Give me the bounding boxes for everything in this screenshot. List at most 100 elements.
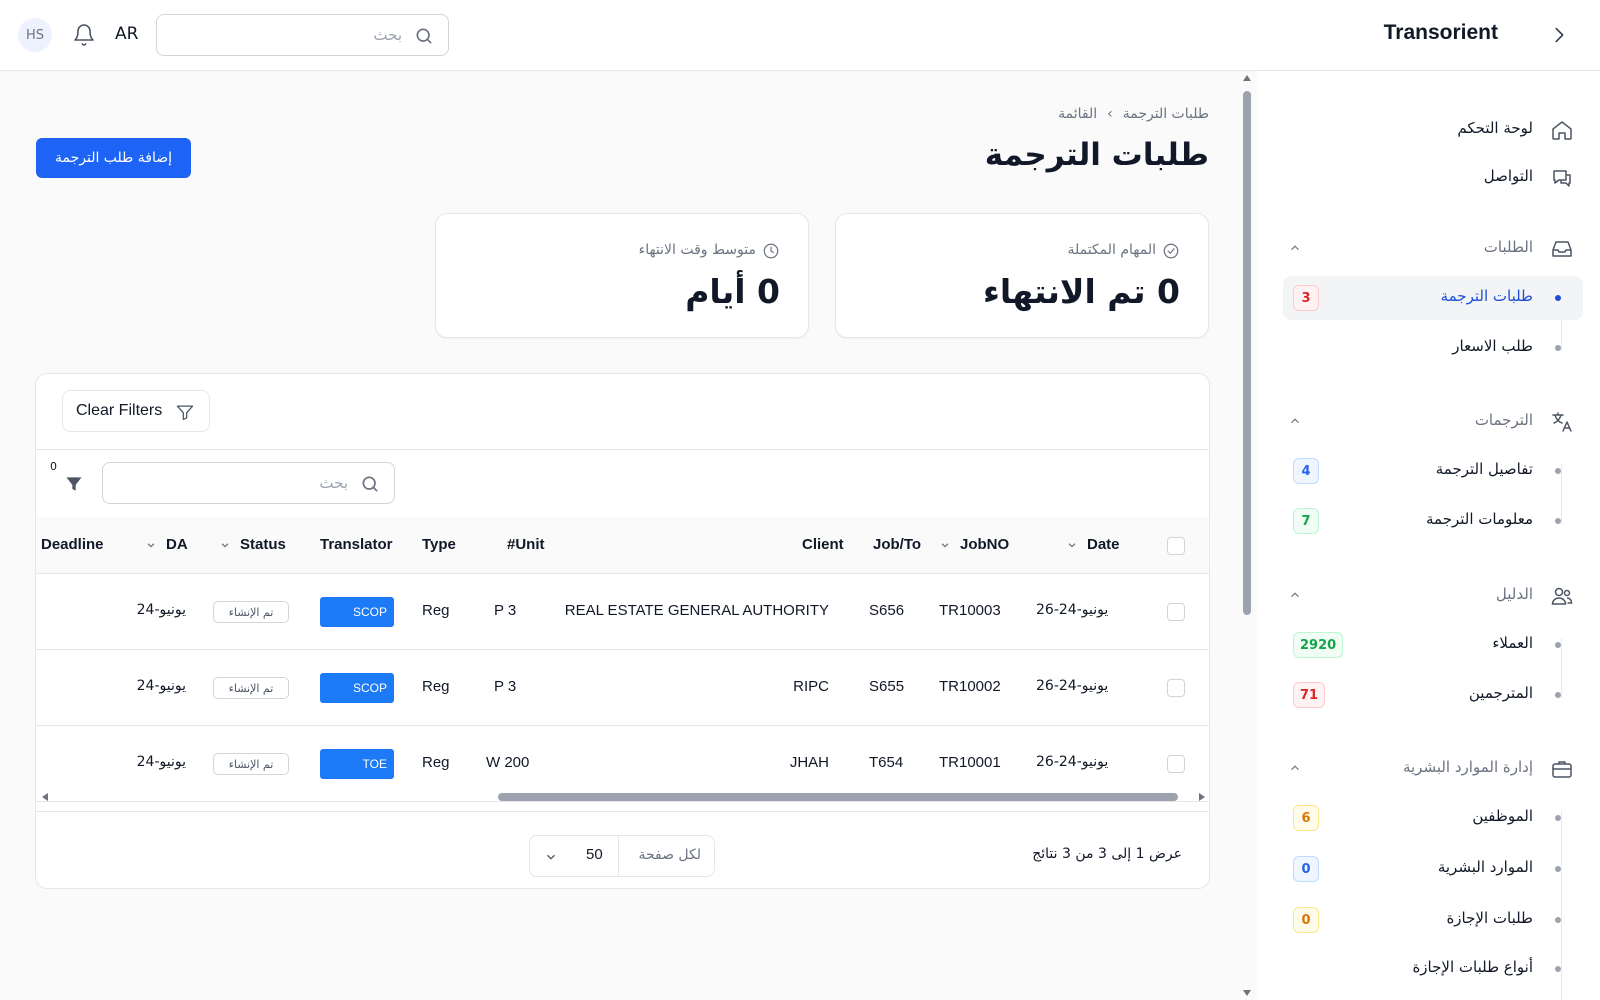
sidebar-group-directory[interactable]: الدليل (1257, 575, 1600, 615)
column-header-client[interactable]: Client (802, 536, 844, 553)
count-badge: 0 (1293, 856, 1319, 882)
page-title: طلبات الترجمة (984, 137, 1209, 173)
breadcrumb-link[interactable]: طلبات الترجمة (1123, 106, 1209, 122)
chevron-down-icon (1068, 543, 1076, 548)
search-icon (362, 476, 378, 492)
count-badge: 0 (1293, 907, 1319, 933)
cell-type: Reg (422, 754, 450, 771)
chevron-down-icon (221, 543, 229, 548)
language-switch[interactable]: AR (115, 24, 138, 44)
translator-badge[interactable]: TOE (320, 749, 394, 779)
clear-filters-label: Clear Filters (76, 402, 163, 419)
sidebar-item-employees[interactable]: الموظفين 6 (1283, 796, 1583, 840)
translator-badge[interactable]: SCOP (320, 673, 394, 703)
cell-date: 26-يونيو-24 (1036, 754, 1109, 770)
sidebar-item-dashboard[interactable]: لوحة التحكم (1257, 109, 1600, 149)
table-search[interactable] (102, 462, 395, 504)
cell-date: 26-يونيو-24 (1036, 602, 1109, 618)
chevron-left-icon: › (1107, 106, 1113, 122)
column-header-unit[interactable]: #Unit (507, 536, 545, 553)
filter-icon[interactable] (64, 473, 84, 495)
sidebar-group-label: الدليل (1495, 585, 1533, 603)
translator-badge[interactable]: SCOP (320, 597, 394, 627)
scroll-down-arrow[interactable] (1243, 990, 1251, 996)
scrollbar-thumb[interactable] (498, 793, 1178, 801)
select-all-checkbox[interactable] (1167, 537, 1185, 555)
chevron-down-icon (547, 854, 555, 860)
chevron-up-icon (1291, 765, 1299, 771)
stat-value: 0 أيام (685, 272, 780, 311)
sidebar-group-requests[interactable]: الطلبات (1257, 228, 1600, 268)
bullet-dot (1555, 468, 1561, 474)
cell-unit: P 3 (494, 602, 517, 619)
column-header-status[interactable]: Status (220, 536, 286, 553)
sidebar-item-label: لوحة التحكم (1457, 119, 1533, 137)
divider (36, 811, 1209, 812)
status-badge: تم الإنشاء (213, 677, 289, 699)
sidebar-item-clients[interactable]: العملاء 2920 (1283, 623, 1583, 667)
users-icon (1551, 587, 1573, 605)
column-header-type[interactable]: Type (422, 536, 456, 553)
sidebar-group-translations[interactable]: الترجمات (1257, 401, 1600, 441)
column-header-da[interactable]: DA (146, 536, 188, 553)
sidebar-item-human-resources[interactable]: الموارد البشرية 0 (1283, 847, 1583, 891)
sidebar-item-translation-requests[interactable]: طلبات الترجمة 3 (1283, 276, 1583, 320)
row-checkbox[interactable] (1167, 679, 1185, 697)
bullet-dot (1555, 866, 1561, 872)
bullet-dot (1555, 692, 1561, 698)
sidebar-item-label: العملاء (1492, 634, 1533, 652)
row-checkbox[interactable] (1167, 603, 1185, 621)
cell-unit: P 3 (494, 678, 517, 695)
count-badge: 7 (1293, 508, 1319, 534)
table-row[interactable]: 26-يونيو-24 TR10003 S656 REAL ESTATE GEN… (36, 574, 1209, 650)
column-header-date[interactable]: Date (1067, 536, 1120, 553)
clock-icon (763, 243, 779, 259)
column-header-translator[interactable]: Translator (320, 536, 393, 553)
column-header-jobno[interactable]: JobNO (940, 536, 1009, 553)
sidebar-item-leave-types[interactable]: أنواع طلبات الإجازة (1283, 947, 1583, 991)
count-badge: 71 (1293, 682, 1326, 708)
table-search-input[interactable] (148, 471, 348, 495)
sidebar-item-label: تفاصيل الترجمة (1435, 460, 1533, 478)
add-translation-request-button[interactable]: إضافة طلب الترجمة (36, 138, 191, 178)
user-avatar[interactable]: HS (18, 18, 52, 52)
global-search-input[interactable] (202, 23, 402, 47)
chevron-down-icon (147, 543, 155, 548)
scroll-left-arrow[interactable] (42, 793, 48, 801)
sidebar-item-communication[interactable]: التواصل (1257, 157, 1600, 197)
sidebar-item-leave-requests[interactable]: طلبات الإجازة 0 (1283, 898, 1583, 942)
global-search[interactable] (156, 14, 449, 56)
per-page-value: 50 (586, 846, 603, 863)
row-checkbox[interactable] (1167, 755, 1185, 773)
sidebar: لوحة التحكم التواصل الطلبات طلبات الترجم… (1257, 71, 1600, 1000)
requests-table-card: Clear Filters 0 Date JobNO Job/To Client… (35, 373, 1210, 889)
table-header: Date JobNO Job/To Client #Unit Type Tran… (36, 517, 1209, 574)
sidebar-group-hr[interactable]: إدارة الموارد البشرية (1257, 748, 1600, 788)
cell-jobno: TR10002 (939, 678, 1001, 695)
brand-logo[interactable]: Transorient (1384, 21, 1498, 45)
scroll-up-arrow[interactable] (1243, 75, 1251, 81)
table-row[interactable]: 26-يونيو-24 TR10002 S655 RIPC P 3 Reg SC… (36, 650, 1209, 726)
vertical-scrollbar[interactable] (1240, 71, 1254, 1000)
bullet-dot (1555, 917, 1561, 923)
per-page-select[interactable]: لكل صفحة 50 (529, 835, 715, 877)
sidebar-item-price-request[interactable]: طلب الاسعار (1283, 326, 1583, 370)
bullet-dot (1555, 815, 1561, 821)
sidebar-group-label: إدارة الموارد البشرية (1402, 758, 1533, 776)
scroll-right-arrow[interactable] (1199, 793, 1205, 801)
chevron-right-icon[interactable] (1548, 23, 1570, 47)
status-badge: تم الإنشاء (213, 601, 289, 623)
bullet-dot (1555, 295, 1561, 301)
clear-filters-button[interactable]: Clear Filters (62, 390, 210, 432)
column-header-deadline[interactable]: Deadline (41, 536, 104, 553)
scrollbar-thumb[interactable] (1243, 91, 1251, 615)
sidebar-item-translation-info[interactable]: معلومات الترجمة 7 (1283, 499, 1583, 543)
column-header-jobto[interactable]: Job/To (873, 536, 921, 553)
cell-jobto: S656 (869, 602, 905, 619)
breadcrumb-current: القائمة (1058, 106, 1098, 122)
sidebar-item-translation-details[interactable]: تفاصيل الترجمة 4 (1283, 449, 1583, 493)
horizontal-scrollbar[interactable] (36, 789, 1209, 805)
bell-icon[interactable] (72, 23, 96, 47)
sidebar-item-translators[interactable]: المترجمين 71 (1283, 673, 1583, 717)
chevron-up-icon (1291, 418, 1299, 424)
